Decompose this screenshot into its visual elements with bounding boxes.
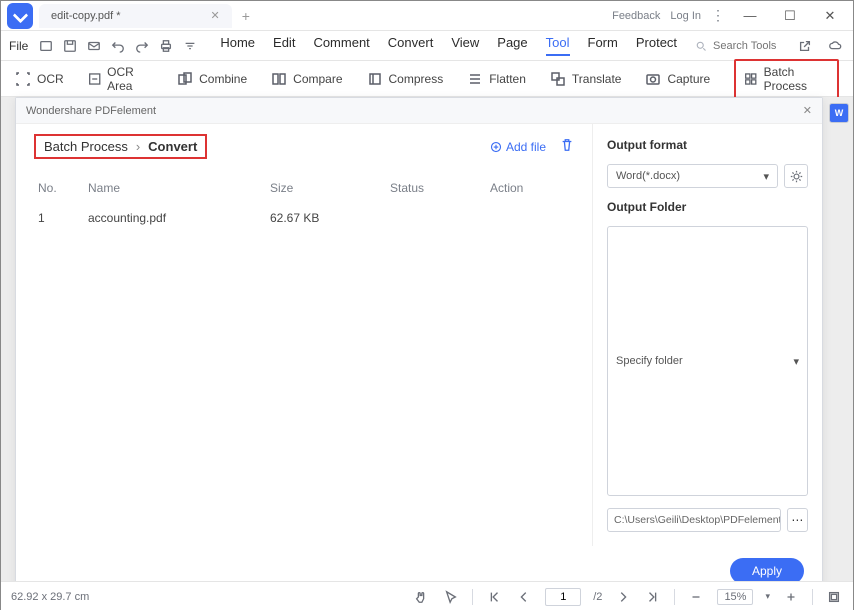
format-settings-button[interactable] [784,164,808,188]
tool-combine[interactable]: Combine [177,71,247,87]
browse-folder-button[interactable]: ⋯ [787,508,808,532]
dialog-close-icon[interactable]: ✕ [803,104,812,117]
cloud-icon[interactable] [825,36,845,56]
tab-title: edit-copy.pdf * [51,10,121,22]
print-icon[interactable] [156,36,176,56]
search-tools[interactable] [695,40,783,52]
content-area: W Wondershare PDFelement ✕ Batch Process… [1,97,853,611]
last-page-icon[interactable] [644,588,662,606]
table-row[interactable]: 1 accounting.pdf 62.67 KB [34,203,574,233]
more-icon[interactable]: ⋮ [711,7,725,24]
tool-translate[interactable]: Translate [550,71,622,87]
menu-form[interactable]: Form [588,35,618,56]
dialog-header: Wondershare PDFelement ✕ [16,98,822,124]
tool-flatten[interactable]: Flatten [467,71,526,87]
dialog-title: Wondershare PDFelement [26,105,156,117]
login-link[interactable]: Log In [670,10,701,22]
fit-page-icon[interactable] [825,588,843,606]
redo-icon[interactable] [132,36,152,56]
export-word-icon[interactable]: W [829,103,849,123]
menu-view[interactable]: View [451,35,479,56]
menu-bar: File Home Edit Comment Convert View Page… [1,31,853,61]
output-folder-path[interactable]: C:\Users\Geili\Desktop\PDFelement\Cc [607,508,781,532]
tool-compare[interactable]: Compare [271,71,342,87]
zoom-level[interactable]: 15% [717,589,753,605]
app-logo-icon [7,3,33,29]
zoom-chevron-icon[interactable]: ▾ [765,591,770,602]
feedback-link[interactable]: Feedback [612,10,660,22]
menu-page[interactable]: Page [497,35,527,56]
breadcrumb-current: Convert [148,139,197,154]
undo-icon[interactable] [108,36,128,56]
share-icon[interactable] [795,36,815,56]
status-bar: 62.92 x 29.7 cm /2 15% ▾ [1,581,853,611]
file-menu[interactable]: File [9,39,32,53]
menu-edit[interactable]: Edit [273,35,295,56]
breadcrumb: Batch Process › Convert [34,134,207,159]
open-icon[interactable] [36,36,56,56]
menu-convert[interactable]: Convert [388,35,434,56]
dropdown-icon[interactable] [180,36,200,56]
prev-page-icon[interactable] [515,588,533,606]
batch-dialog: Wondershare PDFelement ✕ Batch Process ›… [15,97,823,597]
new-tab-button[interactable]: + [232,8,260,24]
output-folder-label: Output Folder [607,200,808,214]
tool-capture[interactable]: Capture [645,71,710,87]
breadcrumb-root[interactable]: Batch Process [44,139,128,154]
file-table-header: No. Name Size Status Action [34,173,574,203]
search-input[interactable] [713,40,783,52]
save-icon[interactable] [60,36,80,56]
hand-tool-icon[interactable] [412,588,430,606]
zoom-in-icon[interactable] [782,588,800,606]
output-format-label: Output format [607,138,808,152]
tool-ocr-area[interactable]: OCR Area [88,65,153,93]
chevron-down-icon: ▾ [763,170,769,183]
add-file-button[interactable]: Add file [490,140,546,154]
output-format-select[interactable]: Word(*.docx) ▾ [607,164,778,188]
document-tab[interactable]: edit-copy.pdf * ✕ [39,4,232,28]
chevron-down-icon: ▾ [793,355,799,368]
page-input[interactable] [545,588,581,606]
dialog-right-pane: Output format Word(*.docx) ▾ Output Fold… [592,124,822,546]
first-page-icon[interactable] [485,588,503,606]
output-folder-select[interactable]: Specify folder ▾ [607,226,808,496]
window-minimize-icon[interactable]: — [735,8,765,23]
menu-tool[interactable]: Tool [546,35,570,56]
tool-compress[interactable]: Compress [367,71,444,87]
menu-protect[interactable]: Protect [636,35,677,56]
menu-comment[interactable]: Comment [313,35,369,56]
chevron-right-icon: › [136,139,140,154]
select-tool-icon[interactable] [442,588,460,606]
tab-close-icon[interactable]: ✕ [211,9,220,22]
tool-batch-process[interactable]: Batch Process [734,59,839,99]
dialog-left-pane: Batch Process › Convert Add file No. [16,124,592,546]
window-maximize-icon[interactable]: ☐ [775,8,805,24]
tool-ocr[interactable]: OCR [15,71,64,87]
delete-icon[interactable] [560,138,574,155]
menu-home[interactable]: Home [220,35,255,56]
title-bar: edit-copy.pdf * ✕ + Feedback Log In ⋮ — … [1,1,853,31]
tool-ribbon: OCR OCR Area Combine Compare Compress Fl… [1,61,853,97]
page-dimensions: 62.92 x 29.7 cm [11,591,89,603]
window-close-icon[interactable]: ✕ [815,8,845,24]
mail-icon[interactable] [84,36,104,56]
zoom-out-icon[interactable] [687,588,705,606]
next-page-icon[interactable] [614,588,632,606]
main-menu: Home Edit Comment Convert View Page Tool… [220,35,677,56]
page-total: /2 [593,591,602,603]
